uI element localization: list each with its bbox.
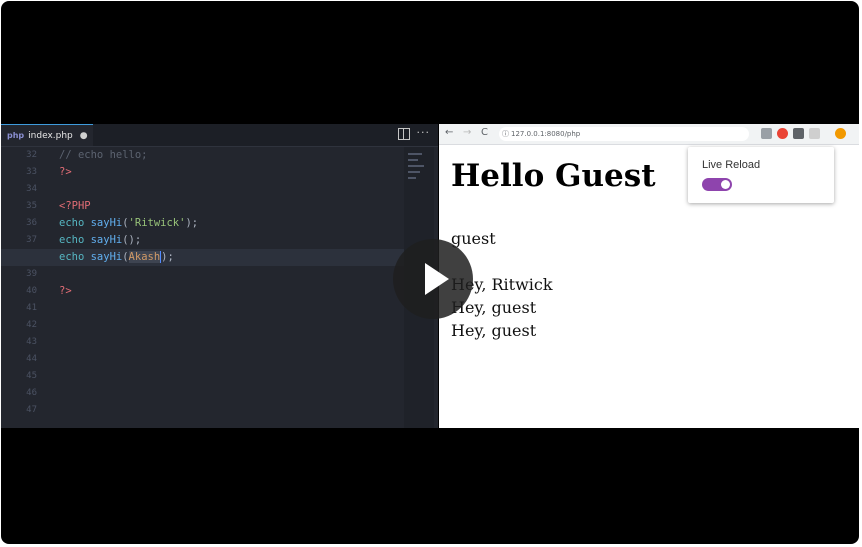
- extension-icon[interactable]: [835, 128, 846, 139]
- video-frame: php index.php ● ··· 32 33 34 35 36 37 38…: [1, 1, 859, 544]
- extension-icon[interactable]: [761, 128, 772, 139]
- code-area[interactable]: // echo hello; ?> <?PHP echo sayHi('Ritw…: [1, 147, 404, 428]
- browser-window: ← → C ⓘ 127.0.0.1:8080/php Hello Guest g…: [439, 124, 859, 428]
- browser-toolbar: ← → C ⓘ 127.0.0.1:8080/php: [439, 124, 859, 145]
- extension-icon[interactable]: [793, 128, 804, 139]
- php-file-icon: php: [7, 131, 25, 140]
- line-number: 44: [26, 354, 37, 364]
- code-line: echo sayHi();: [59, 234, 142, 246]
- address-bar[interactable]: ⓘ 127.0.0.1:8080/php: [499, 127, 749, 141]
- tab-modified-indicator[interactable]: ●: [80, 131, 88, 141]
- reload-icon[interactable]: C: [481, 127, 488, 138]
- line-number: 47: [26, 405, 37, 415]
- split-editor-icon[interactable]: [398, 128, 410, 140]
- forward-icon[interactable]: →: [463, 127, 471, 138]
- tab-index-php[interactable]: php index.php ●: [1, 124, 93, 146]
- line-number: 39: [26, 269, 37, 279]
- code-line: // echo hello;: [59, 149, 148, 161]
- code-line-active: echo sayHi(Akash);: [59, 251, 174, 263]
- play-button[interactable]: [393, 239, 473, 319]
- line-number: 32: [26, 150, 37, 160]
- site-info-icon[interactable]: ⓘ: [502, 127, 509, 141]
- line-number: 41: [26, 303, 37, 313]
- editor-tabbar: php index.php ● ···: [1, 124, 438, 147]
- line-number: 37: [26, 235, 37, 245]
- code-line: <?PHP: [59, 200, 91, 212]
- code-editor: php index.php ● ··· 32 33 34 35 36 37 38…: [1, 124, 438, 428]
- url-text: 127.0.0.1:8080/php: [511, 130, 581, 138]
- line-number: 33: [26, 167, 37, 177]
- line-number: 40: [26, 286, 37, 296]
- page-heading: Hello Guest: [451, 158, 656, 194]
- live-reload-toggle[interactable]: [702, 178, 732, 191]
- line-number: 42: [26, 320, 37, 330]
- toggle-knob: [721, 180, 730, 189]
- play-icon: [425, 263, 449, 295]
- code-line: echo sayHi('Ritwick');: [59, 217, 199, 229]
- line-number: 36: [26, 218, 37, 228]
- more-actions-icon[interactable]: ···: [417, 126, 431, 139]
- live-reload-extension-icon[interactable]: [809, 128, 820, 139]
- back-icon[interactable]: ←: [445, 127, 453, 138]
- line-number: 46: [26, 388, 37, 398]
- live-reload-popup: Live Reload: [688, 147, 834, 203]
- line-number: 45: [26, 371, 37, 381]
- output-text: Hey, guest: [451, 321, 537, 340]
- tab-label: index.php: [28, 130, 73, 141]
- adblock-icon[interactable]: [777, 128, 788, 139]
- line-number: 34: [26, 184, 37, 194]
- code-line: ?>: [59, 285, 72, 297]
- live-reload-label: Live Reload: [702, 159, 761, 171]
- code-line: ?>: [59, 166, 72, 178]
- line-number: 35: [26, 201, 37, 211]
- line-number-gutter: 32 33 34 35 36 37 38 39 40 41 42 43 44 4…: [1, 147, 45, 428]
- line-number: 43: [26, 337, 37, 347]
- output-text: guest: [451, 229, 496, 248]
